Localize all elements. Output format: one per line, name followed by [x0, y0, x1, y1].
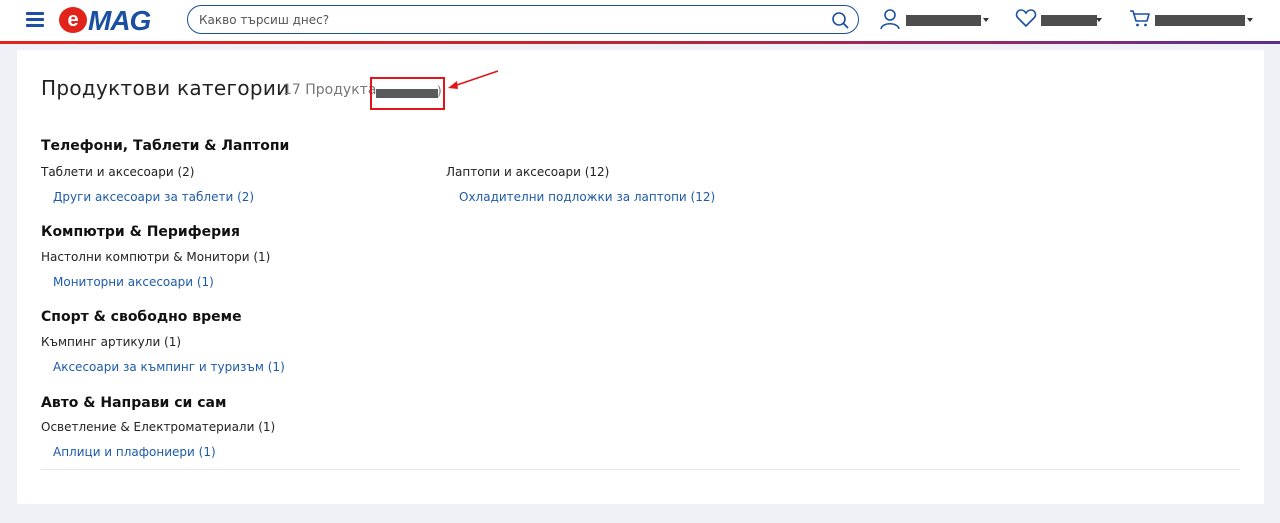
svg-text:e: e	[67, 9, 78, 31]
category-link[interactable]: Таблети и аксесоари (2)	[41, 165, 194, 179]
shopping-cart-icon	[1130, 10, 1150, 27]
header-gradient-line	[0, 41, 1280, 44]
product-count: 17 Продукта	[283, 82, 377, 98]
group-title: Авто & Направи си сам	[41, 395, 227, 411]
redacted-cart	[1155, 15, 1245, 26]
category-link[interactable]: Къмпинг артикули (1)	[41, 335, 181, 349]
group-title: Телефони, Таблети & Лаптопи	[41, 138, 290, 154]
emag-logo[interactable]: e MAG	[57, 1, 175, 37]
category-link[interactable]: Настолни компютри & Монитори (1)	[41, 250, 270, 264]
page-title: Продуктови категории	[41, 76, 290, 100]
subcategory-link[interactable]: Мониторни аксесоари (1)	[53, 275, 214, 289]
hamburger-menu-icon[interactable]	[26, 11, 44, 27]
top-header: e MAG	[0, 0, 1280, 41]
user-icon	[880, 9, 900, 30]
subcategory-link[interactable]: Други аксесоари за таблети (2)	[53, 190, 254, 204]
redacted-username	[906, 15, 981, 26]
account-menu[interactable]	[879, 8, 991, 32]
redacted-favorites	[1041, 15, 1097, 26]
annotation-arrow	[448, 70, 499, 89]
category-link[interactable]: Лаптопи и аксесоари (12)	[446, 165, 609, 179]
annotation-highlight-box	[370, 77, 445, 110]
subcategory-link[interactable]: Аплици и плафониери (1)	[53, 445, 216, 459]
subcategory-link[interactable]: Охладителни подложки за лаптопи (12)	[459, 190, 715, 204]
heart-icon	[1015, 9, 1037, 28]
search-input[interactable]	[199, 10, 819, 30]
divider	[41, 469, 1240, 470]
chevron-down-icon	[1247, 18, 1253, 22]
cart-menu[interactable]	[1129, 8, 1259, 32]
search-icon[interactable]	[830, 10, 850, 30]
svg-text:MAG: MAG	[88, 5, 151, 36]
favorites-menu[interactable]	[1015, 8, 1105, 32]
categories-panel: Продуктови категории 17 Продукта ) Телеф…	[17, 50, 1264, 504]
search-bar	[187, 5, 859, 34]
chevron-down-icon	[1096, 18, 1102, 22]
category-link[interactable]: Осветление & Електроматериали (1)	[41, 420, 275, 434]
group-title: Компютри & Периферия	[41, 224, 240, 240]
group-title: Спорт & свободно време	[41, 309, 242, 325]
subcategory-link[interactable]: Аксесоари за къмпинг и туризъм (1)	[53, 360, 285, 374]
chevron-down-icon	[983, 18, 989, 22]
